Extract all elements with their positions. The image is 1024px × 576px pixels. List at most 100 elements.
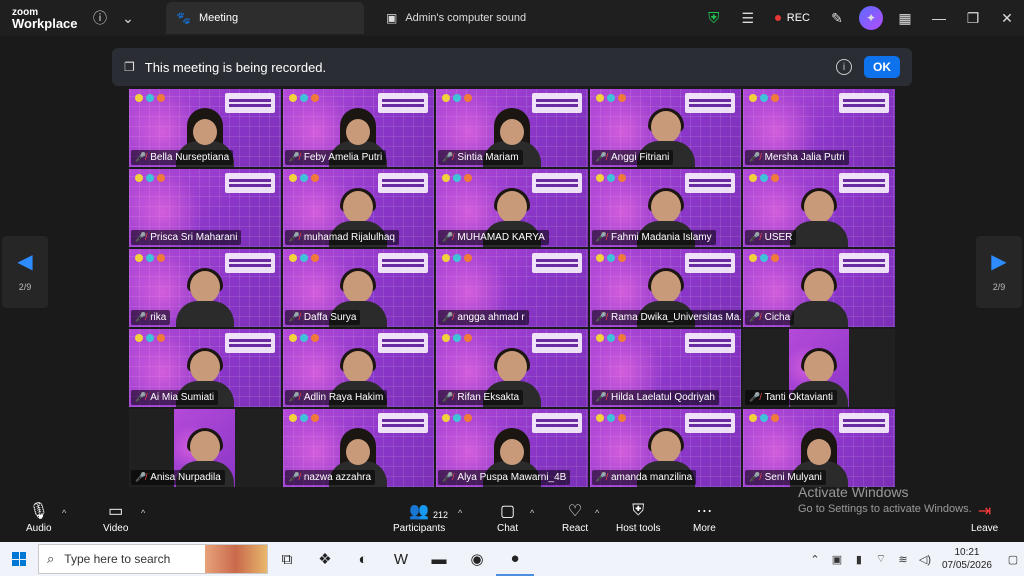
- video-options-caret[interactable]: ^: [141, 508, 145, 518]
- copilot-icon[interactable]: ❖: [306, 542, 344, 576]
- shield-icon[interactable]: ⛨: [700, 4, 728, 32]
- participant-name-tag: 🎤̸ Sintia Mariam: [438, 150, 523, 165]
- participant-name: Alya Puspa Mawarni_4B: [457, 472, 567, 483]
- participant-tile[interactable]: 🎤̸ Bella Nurseptiana: [128, 88, 282, 168]
- host-tools-button[interactable]: ⛨ Host tools: [616, 500, 660, 534]
- participant-tile[interactable]: 🎤̸ Seni Mulyani: [742, 408, 896, 488]
- rec-indicator[interactable]: REC: [774, 12, 810, 24]
- participant-tile[interactable]: 🎤̸ Anggi Fitriani: [588, 88, 743, 168]
- ok-button[interactable]: OK: [864, 56, 900, 78]
- participant-tile[interactable]: 🎤̸ Mersha Jalia Putri: [742, 88, 896, 168]
- logo-strip: [288, 334, 319, 342]
- info-icon[interactable]: i: [836, 59, 852, 75]
- logo-strip: [595, 254, 626, 262]
- react-options-caret[interactable]: ^: [595, 508, 599, 518]
- participant-name-tag: 🎤̸ Ai Mia Sumiati: [131, 390, 219, 405]
- clock-time: 10:21: [954, 547, 980, 558]
- participant-tile[interactable]: 🎤̸ Alya Puspa Mawarni_4B: [435, 408, 589, 488]
- chat-options-caret[interactable]: ^: [530, 508, 534, 518]
- participant-name: nazwa azzahra: [303, 472, 372, 483]
- video-button[interactable]: ▭ Video: [103, 500, 128, 534]
- participant-name: rika: [150, 312, 167, 323]
- wps-icon[interactable]: W: [382, 542, 420, 576]
- slide-banner: [685, 413, 736, 433]
- participant-tile[interactable]: 🎤̸ Rama Dwika_Universitas Ma...: [588, 248, 743, 328]
- participant-name-tag: 🎤̸ MUHAMAD KARYA: [438, 230, 549, 245]
- participant-count: 212: [433, 510, 449, 520]
- slide-banner: [224, 333, 275, 353]
- more-button[interactable]: ⋯ More: [693, 500, 716, 534]
- participant-tile[interactable]: 🎤̸ rika: [128, 248, 282, 328]
- next-page-button[interactable]: ▶ 2/9: [976, 236, 1022, 308]
- meet-now-icon[interactable]: ▣: [826, 553, 848, 566]
- participant-tile[interactable]: 🎤̸ Tanti Oktavianti: [742, 328, 896, 408]
- audio-options-caret[interactable]: ^: [62, 508, 66, 518]
- participant-tile[interactable]: 🎤̸ Ai Mia Sumiati: [128, 328, 282, 408]
- chevron-down-icon[interactable]: ⌄: [114, 4, 142, 32]
- participant-tile[interactable]: 🎤̸ Sintia Mariam: [435, 88, 589, 168]
- video-gallery: 🎤̸ Bella Nurseptiana 🎤̸ Feby Amelia Putri 🎤̸…: [128, 88, 896, 488]
- logo-strip: [749, 174, 780, 182]
- taskbar-search[interactable]: ⌕ Type here to search: [38, 544, 268, 574]
- info-icon[interactable]: ⓘ: [86, 4, 114, 32]
- chevron-up-icon[interactable]: ⌃: [804, 553, 826, 566]
- participant-tile[interactable]: 🎤̸ Cicha: [742, 248, 896, 328]
- edge-icon[interactable]: ◐: [344, 542, 382, 576]
- volume-icon[interactable]: ◁): [914, 553, 936, 566]
- logo-strip: [442, 414, 473, 422]
- close-icon[interactable]: ✕: [993, 4, 1021, 32]
- muted-mic-icon: 🎤̸: [595, 152, 607, 162]
- participants-icon: 👥: [409, 503, 430, 520]
- task-view-icon[interactable]: ⧉: [268, 542, 306, 576]
- start-button[interactable]: [0, 542, 38, 576]
- participant-tile[interactable]: 🎤̸ amanda manzilina: [588, 408, 743, 488]
- participant-tile[interactable]: 🎤̸ Fahmi Madania Islamy: [588, 168, 743, 248]
- apps-grid-icon[interactable]: ▦: [891, 4, 919, 32]
- minimize-icon[interactable]: —: [925, 4, 953, 32]
- chrome-icon[interactable]: ◉: [458, 542, 496, 576]
- logo-strip: [442, 94, 473, 102]
- audio-button[interactable]: 🎙 Audio: [26, 500, 52, 534]
- muted-mic-icon: 🎤̸: [135, 472, 147, 482]
- logo-strip: [135, 174, 165, 182]
- zoom-taskbar-icon[interactable]: ●: [496, 542, 534, 576]
- prev-page-button[interactable]: ◀ 2/9: [2, 236, 48, 308]
- react-button[interactable]: ♡ React: [562, 500, 588, 534]
- screen-share-icon: ▣: [386, 11, 398, 25]
- file-explorer-icon[interactable]: ▬: [420, 542, 458, 576]
- participant-tile[interactable]: 🎤̸ muhamad Rijalulhaq: [281, 168, 436, 248]
- participant-tile[interactable]: 🎤̸ angga ahmad r: [435, 248, 589, 328]
- participant-tile[interactable]: 🎤̸ Rifan Eksakta: [435, 328, 589, 408]
- participant-tile[interactable]: 🎤̸ Adlin Raya Hakim: [281, 328, 436, 408]
- participant-tile[interactable]: 🎤̸ Anisa Nurpadila: [128, 408, 282, 488]
- participant-tile[interactable]: 🎤̸ Feby Amelia Putri: [281, 88, 436, 168]
- participant-tile[interactable]: 🎤̸ Hilda Laelatul Qodriyah: [588, 328, 743, 408]
- restore-icon[interactable]: ❐: [959, 4, 987, 32]
- clock[interactable]: 10:21 07/05/2026: [942, 546, 992, 572]
- logo-strip: [442, 334, 473, 342]
- logo-strip: [749, 94, 780, 102]
- notes-icon[interactable]: ☰: [734, 4, 762, 32]
- chat-button[interactable]: ▢ Chat: [497, 500, 518, 534]
- zoom-window: zoom Workplace ⓘ ⌄ 🐾 Meeting ▣ Admin's c…: [0, 0, 1024, 576]
- ai-companion-button[interactable]: ✦: [857, 4, 885, 32]
- audio-label: Audio: [26, 523, 52, 534]
- muted-mic-icon: 🎤̸: [288, 472, 300, 482]
- participant-tile[interactable]: 🎤̸ Prisca Sri Maharani: [128, 168, 282, 248]
- logo-strip: [442, 254, 473, 262]
- muted-mic-icon: 🎤̸: [749, 152, 761, 162]
- slide-banner: [838, 413, 889, 433]
- usb-icon[interactable]: ▮: [848, 553, 870, 566]
- wifi-icon[interactable]: ≋: [892, 553, 914, 566]
- network-icon[interactable]: ⌔: [870, 552, 892, 566]
- notifications-icon[interactable]: ▢: [1002, 553, 1024, 566]
- participants-options-caret[interactable]: ^: [458, 508, 462, 518]
- participant-tile[interactable]: 🎤̸ USER: [742, 168, 896, 248]
- tab-computer-sound[interactable]: ▣ Admin's computer sound: [376, 2, 576, 34]
- tab-meeting[interactable]: 🐾 Meeting: [166, 2, 364, 34]
- participant-tile[interactable]: 🎤̸ nazwa azzahra: [281, 408, 436, 488]
- participant-tile[interactable]: 🎤̸ MUHAMAD KARYA: [435, 168, 589, 248]
- pen-icon[interactable]: ✎: [823, 4, 851, 32]
- participant-tile[interactable]: 🎤̸ Daffa Surya: [281, 248, 436, 328]
- leave-button[interactable]: ⇥ Leave: [971, 500, 998, 534]
